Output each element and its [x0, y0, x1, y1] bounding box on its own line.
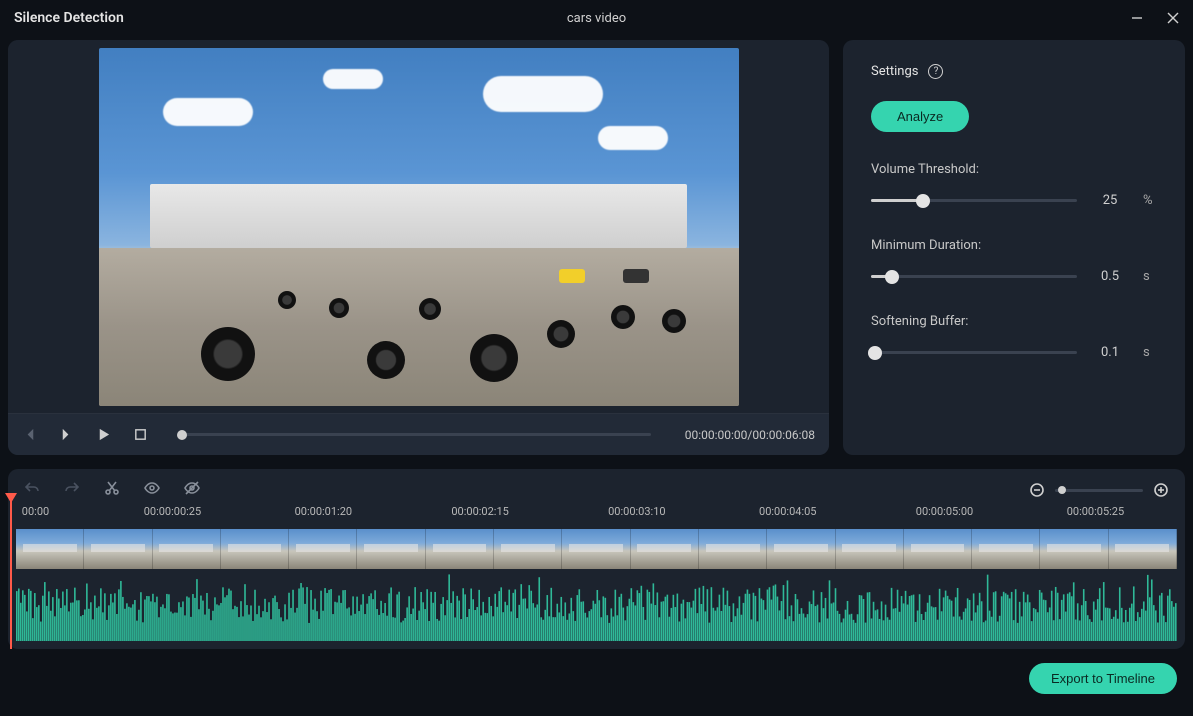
zoom-in-icon[interactable] — [1153, 482, 1169, 498]
settings-panel: Settings ? Analyze Volume Threshold: 25 … — [843, 40, 1185, 455]
window-controls — [1131, 12, 1179, 24]
zoom-handle[interactable] — [1058, 486, 1066, 494]
minimum-duration-value: 0.5 — [1091, 269, 1129, 284]
settings-title: Settings — [871, 64, 918, 79]
player-controls: 00:00:00:00/00:00:06:08 — [8, 413, 829, 455]
time-ruler[interactable]: 00:00 00:00:00:25 00:00:01:20 00:00:02:1… — [16, 505, 1177, 529]
zoom-slider[interactable] — [1055, 489, 1143, 492]
softening-buffer-label: Softening Buffer: — [871, 314, 1157, 329]
next-frame-icon[interactable] — [59, 427, 74, 442]
waveform[interactable] — [16, 569, 1177, 641]
volume-threshold-label: Volume Threshold: — [871, 162, 1157, 177]
preview-toggle-icon[interactable] — [144, 480, 160, 500]
ruler-tick: 00:00:05:00 — [916, 505, 973, 518]
cut-button[interactable] — [104, 480, 120, 500]
ruler-tick: 00:00:05:25 — [1067, 505, 1124, 518]
stop-icon[interactable] — [133, 427, 148, 442]
param-minimum-duration: Minimum Duration: 0.5 s — [871, 238, 1157, 284]
softening-buffer-slider[interactable] — [871, 351, 1077, 354]
minimum-duration-unit: s — [1143, 269, 1157, 284]
app-title: Silence Detection — [14, 10, 124, 26]
ruler-tick: 00:00 — [22, 505, 49, 518]
timeline-panel: 00:00 00:00:00:25 00:00:01:20 00:00:02:1… — [8, 469, 1185, 649]
ruler-tick: 00:00:02:15 — [451, 505, 508, 518]
volume-threshold-value: 25 — [1091, 193, 1129, 208]
help-icon[interactable]: ? — [928, 64, 943, 79]
preview-panel: 00:00:00:00/00:00:06:08 — [8, 40, 829, 455]
undo-button[interactable] — [24, 480, 40, 500]
volume-threshold-slider[interactable] — [871, 199, 1077, 202]
video-preview — [8, 40, 829, 413]
preview-frame — [99, 48, 739, 406]
minimum-duration-slider[interactable] — [871, 275, 1077, 278]
minimize-icon[interactable] — [1131, 12, 1143, 24]
close-icon[interactable] — [1167, 12, 1179, 24]
minimum-duration-label: Minimum Duration: — [871, 238, 1157, 253]
playhead[interactable] — [10, 499, 12, 649]
footer: Export to Timeline — [0, 649, 1193, 704]
document-name: cars video — [567, 11, 626, 26]
seekbar[interactable] — [182, 433, 651, 436]
zoom-out-icon[interactable] — [1029, 482, 1045, 498]
redo-button[interactable] — [64, 480, 80, 500]
analyze-button[interactable]: Analyze — [871, 101, 969, 132]
ruler-tick: 00:00:04:05 — [759, 505, 816, 518]
time-display: 00:00:00:00/00:00:06:08 — [685, 428, 815, 442]
ruler-tick: 00:00:01:20 — [295, 505, 352, 518]
softening-buffer-unit: s — [1143, 345, 1157, 360]
ruler-tick: 00:00:00:25 — [144, 505, 201, 518]
timeline-toolbar — [14, 475, 1179, 505]
seek-handle[interactable] — [177, 430, 187, 440]
seekbar-container — [170, 433, 663, 436]
play-icon[interactable] — [96, 427, 111, 442]
export-button[interactable]: Export to Timeline — [1029, 663, 1177, 694]
param-volume-threshold: Volume Threshold: 25 % — [871, 162, 1157, 208]
ruler-tick: 00:00:03:10 — [608, 505, 665, 518]
hide-toggle-icon[interactable] — [184, 480, 200, 500]
thumbnail-strip[interactable] — [16, 529, 1177, 569]
settings-header: Settings ? — [871, 64, 1157, 79]
softening-buffer-value: 0.1 — [1091, 345, 1129, 360]
volume-threshold-unit: % — [1143, 193, 1157, 208]
zoom-controls — [1029, 482, 1169, 498]
param-softening-buffer: Softening Buffer: 0.1 s — [871, 314, 1157, 360]
titlebar: Silence Detection cars video — [0, 0, 1193, 36]
prev-frame-icon[interactable] — [22, 427, 37, 442]
